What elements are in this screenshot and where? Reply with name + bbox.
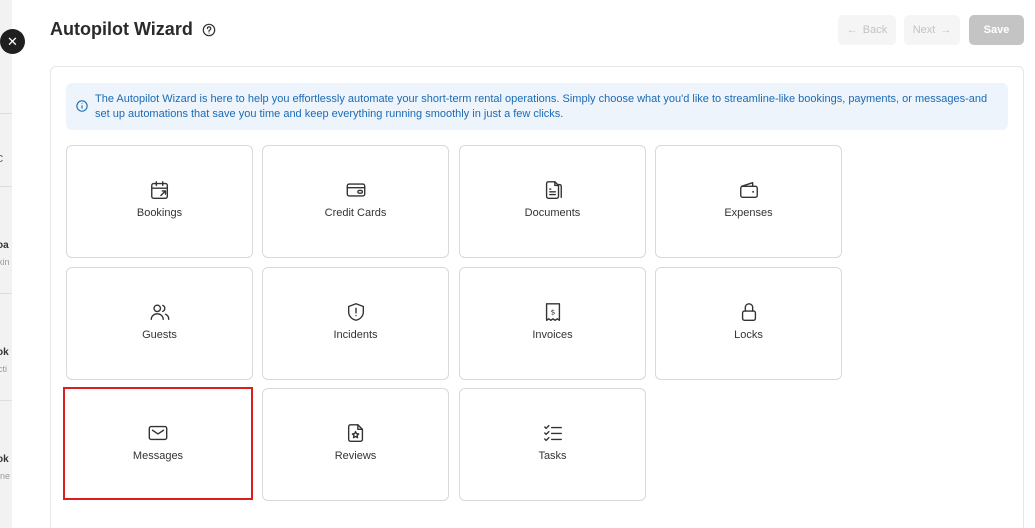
- checklist-icon: [543, 424, 562, 442]
- info-banner: The Autopilot Wizard is here to help you…: [66, 83, 1008, 130]
- documents-icon: [545, 181, 562, 199]
- divider: [0, 186, 12, 187]
- next-button[interactable]: Next →: [904, 15, 960, 45]
- next-label: Next: [912, 24, 936, 36]
- save-label: Save: [983, 24, 1010, 36]
- background-text: ine: [0, 471, 11, 481]
- divider: [0, 400, 12, 401]
- card-label: Messages: [132, 450, 184, 462]
- mail-icon: [148, 425, 168, 441]
- card-label: Reviews: [334, 450, 377, 462]
- card-label: Credit Cards: [324, 207, 387, 219]
- card-label: Incidents: [333, 329, 378, 341]
- card-label: Expenses: [724, 207, 773, 219]
- card-documents[interactable]: Documents: [459, 145, 646, 258]
- arrow-left-icon: ←: [846, 24, 858, 36]
- card-credit-cards[interactable]: Credit Cards: [262, 145, 449, 258]
- card-reviews[interactable]: Reviews: [262, 388, 449, 501]
- arrow-right-icon: →: [940, 24, 952, 36]
- card-locks[interactable]: Locks: [655, 267, 842, 380]
- divider: [0, 293, 12, 294]
- background-text: C: [0, 154, 3, 165]
- card-incidents[interactable]: Incidents: [262, 267, 449, 380]
- card-messages[interactable]: Messages: [63, 387, 253, 500]
- card-guests[interactable]: Guests: [66, 267, 253, 380]
- card-tasks[interactable]: Tasks: [459, 388, 646, 501]
- divider: [0, 113, 12, 114]
- credit-card-icon: [346, 183, 365, 197]
- card-label: Documents: [524, 207, 581, 219]
- help-icon[interactable]: [202, 23, 216, 37]
- info-icon: [76, 100, 88, 112]
- star-file-icon: [347, 424, 363, 442]
- close-icon: ✕: [7, 33, 18, 49]
- card-label: Locks: [734, 329, 763, 341]
- background-text: ok: [0, 347, 9, 358]
- svg-text:$: $: [550, 307, 555, 316]
- card-label: Tasks: [538, 450, 567, 462]
- background-text: kin: [0, 257, 10, 267]
- background-page: C oa kin ok cti ok ine: [0, 0, 12, 528]
- shield-alert-icon: [347, 303, 364, 321]
- card-expenses[interactable]: Expenses: [655, 145, 842, 258]
- card-label: Guests: [142, 329, 177, 341]
- card-bookings[interactable]: Bookings: [66, 145, 253, 258]
- background-text: oa: [0, 240, 9, 251]
- card-label: Bookings: [136, 207, 183, 219]
- background-text: ok: [0, 454, 9, 465]
- page-title: Autopilot Wizard: [50, 19, 193, 39]
- back-label: Back: [862, 24, 888, 36]
- back-button[interactable]: ← Back: [838, 15, 896, 45]
- info-banner-text: The Autopilot Wizard is here to help you…: [95, 93, 988, 120]
- card-label: Invoices: [532, 329, 573, 341]
- users-icon: [150, 304, 169, 321]
- lock-icon: [741, 303, 756, 321]
- calendar-arrow-icon: [150, 181, 168, 199]
- card-invoices[interactable]: $ Invoices: [459, 267, 646, 380]
- close-button[interactable]: ✕: [0, 29, 25, 54]
- receipt-dollar-icon: $: [545, 303, 560, 321]
- save-button[interactable]: Save: [969, 15, 1024, 45]
- wallet-icon: [739, 181, 758, 199]
- background-text: cti: [0, 364, 7, 374]
